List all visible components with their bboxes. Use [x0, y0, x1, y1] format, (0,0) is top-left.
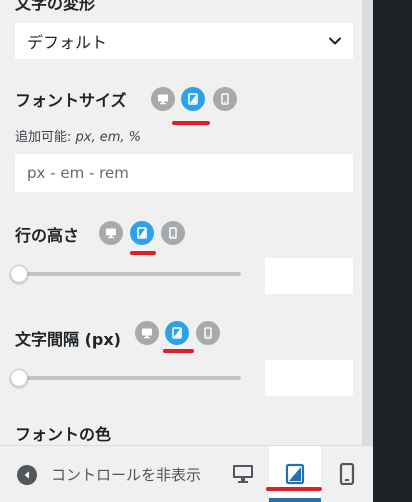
active-indicator	[269, 498, 321, 502]
line-height-device-mobile[interactable]	[161, 221, 185, 245]
footer-device-tablet[interactable]	[269, 446, 321, 502]
text-transform-label: 文字の変形	[15, 0, 96, 13]
font-size-device-desktop[interactable]	[151, 87, 175, 111]
font-size-label: フォントサイズ	[15, 91, 127, 110]
font-size-device-mobile[interactable]	[213, 87, 237, 111]
footer-device-mobile[interactable]	[321, 446, 373, 502]
annotation-underline	[163, 349, 194, 353]
line-height-device-tablet[interactable]	[130, 221, 154, 245]
letter-spacing-device-tablet[interactable]	[165, 321, 189, 345]
line-height-label: 行の高さ	[15, 226, 80, 245]
annotation-underline	[266, 487, 322, 491]
letter-spacing-device-desktop[interactable]	[135, 321, 159, 345]
letter-spacing-slider-track[interactable]	[15, 376, 241, 380]
annotation-underline	[172, 121, 210, 125]
text-transform-select[interactable]: デフォルト	[15, 23, 353, 59]
letter-spacing-label: 文字間隔 (px)	[15, 330, 121, 349]
font-size-hint-units: px, em, %	[75, 130, 142, 145]
font-size-hint-prefix: 追加可能:	[15, 130, 76, 145]
font-size-input[interactable]	[15, 154, 353, 192]
line-height-slider-track[interactable]	[15, 272, 241, 276]
mobile-icon	[339, 463, 355, 485]
line-height-device-desktop[interactable]	[99, 221, 123, 245]
font-color-label: フォントの色	[15, 425, 112, 444]
desktop-icon	[158, 94, 168, 105]
collapse-controls-label: コントロールを非表示	[51, 466, 202, 484]
letter-spacing-slider-thumb[interactable]	[10, 369, 28, 387]
text-transform-value: デフォルト	[27, 33, 108, 52]
font-size-hint: 追加可能: px, em, %	[15, 126, 141, 145]
line-height-slider-thumb[interactable]	[10, 265, 28, 283]
tablet-icon	[172, 327, 182, 339]
desktop-icon	[142, 328, 152, 339]
chevron-down-icon	[329, 37, 341, 45]
collapse-controls-button[interactable]: コントロールを非表示	[17, 464, 201, 485]
customizer-panel: 文字の変形 デフォルト フォントサイズ 追加可能: px, em, % 行の高さ…	[0, 0, 362, 445]
letter-spacing-device-mobile[interactable]	[196, 321, 220, 345]
annotation-underline	[130, 251, 156, 255]
tablet-icon	[137, 227, 147, 239]
mobile-icon	[204, 327, 212, 339]
customizer-footer: コントロールを非表示	[0, 445, 373, 502]
tablet-icon	[188, 93, 198, 105]
scrollbar[interactable]	[362, 0, 373, 445]
mobile-icon	[221, 93, 229, 105]
desktop-icon	[106, 228, 116, 239]
desktop-icon	[233, 465, 253, 483]
letter-spacing-value-input[interactable]	[265, 360, 353, 396]
font-size-device-tablet[interactable]	[181, 87, 205, 111]
tablet-icon	[285, 463, 305, 485]
mobile-icon	[169, 227, 177, 239]
line-height-value-input[interactable]	[265, 258, 353, 294]
preview-area	[373, 0, 412, 502]
footer-device-desktop[interactable]	[217, 446, 269, 502]
arrow-left-icon	[17, 464, 37, 485]
